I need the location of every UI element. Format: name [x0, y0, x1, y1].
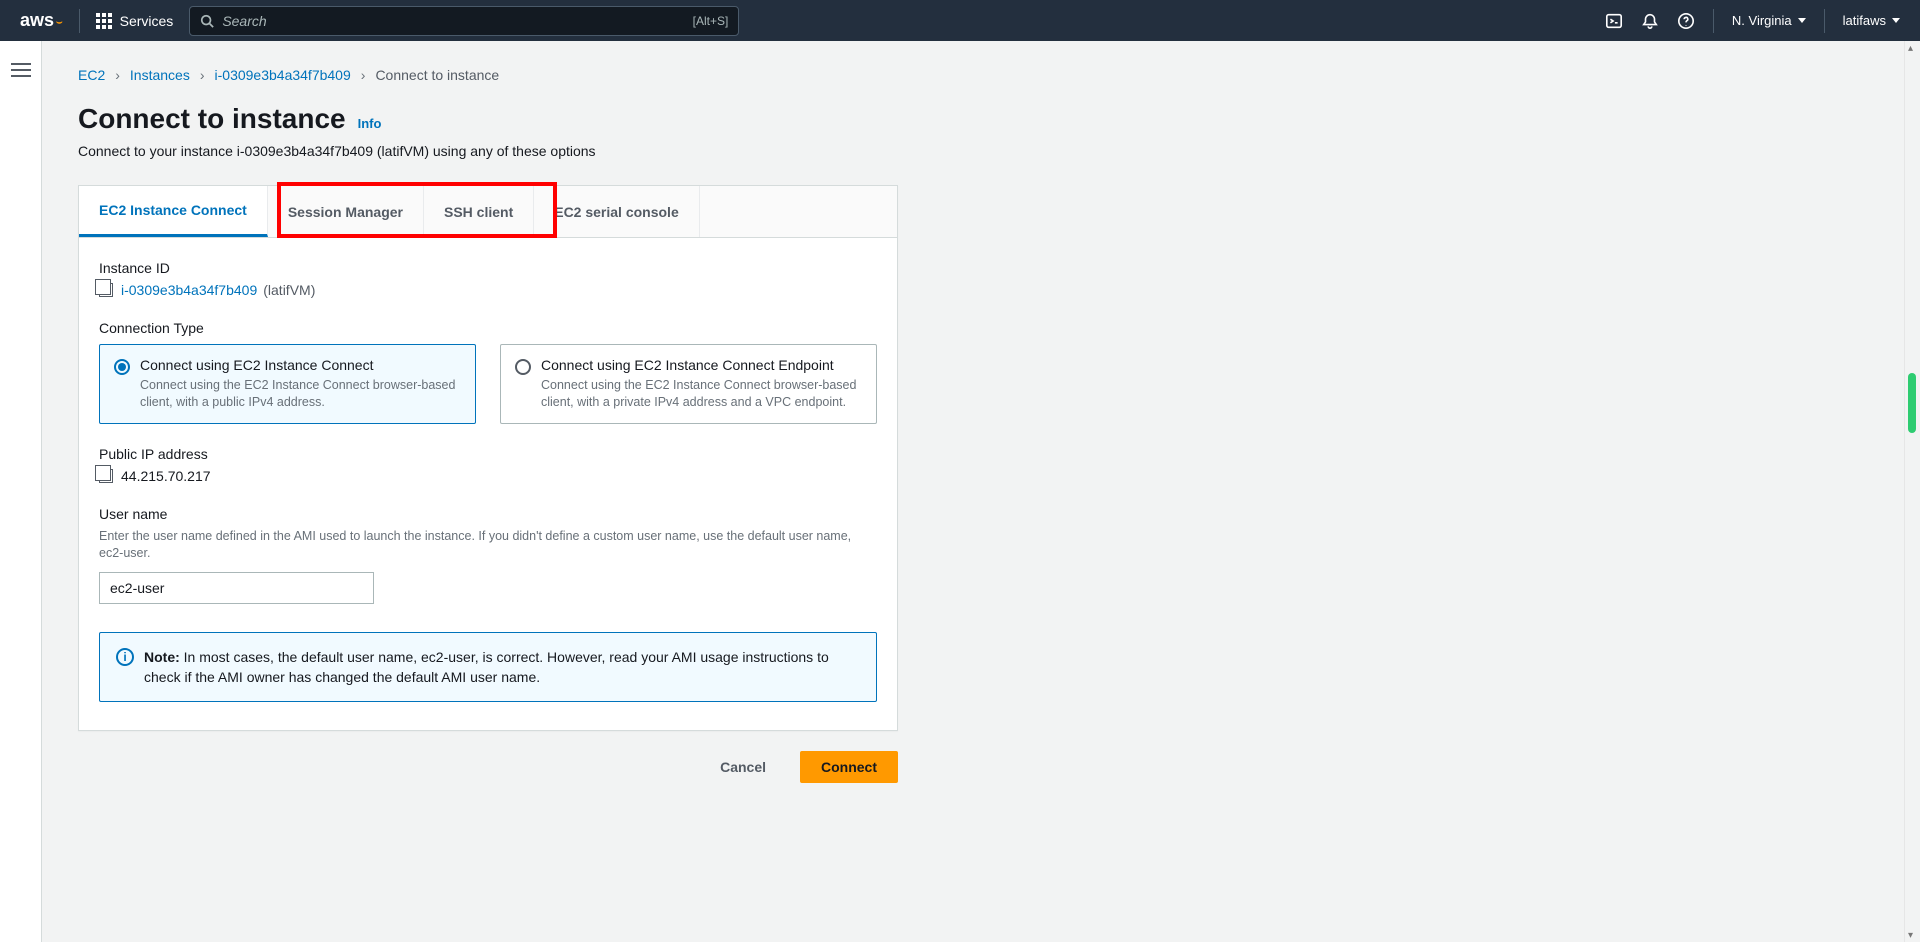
user-menu[interactable]: latifaws — [1843, 13, 1900, 28]
top-nav: aws⌣ Services Search [Alt+S] N. Virginia — [0, 0, 1920, 41]
info-link[interactable]: Info — [358, 116, 382, 131]
instance-id-label: Instance ID — [99, 260, 877, 276]
help-icon[interactable] — [1677, 12, 1695, 30]
caret-down-icon — [1892, 18, 1900, 23]
services-grid-icon — [96, 13, 112, 29]
cancel-button[interactable]: Cancel — [700, 751, 786, 783]
tab-ec2-instance-connect[interactable]: EC2 Instance Connect — [79, 186, 268, 237]
notifications-icon[interactable] — [1641, 12, 1659, 30]
services-label: Services — [120, 13, 174, 29]
radio-icon — [515, 359, 531, 375]
username-help: Enter the user name defined in the AMI u… — [99, 528, 859, 562]
instance-name: (latifVM) — [263, 282, 315, 298]
radio-ec2-instance-connect[interactable]: Connect using EC2 Instance Connect Conne… — [99, 344, 476, 424]
nav-divider — [79, 9, 80, 33]
radio-description: Connect using the EC2 Instance Connect b… — [541, 377, 862, 411]
radio-description: Connect using the EC2 Instance Connect b… — [140, 377, 461, 411]
connect-button[interactable]: Connect — [800, 751, 898, 783]
aws-logo[interactable]: aws⌣ — [20, 10, 63, 31]
breadcrumb: EC2 › Instances › i-0309e3b4a34f7b409 › … — [78, 57, 1868, 89]
main-content: EC2 › Instances › i-0309e3b4a34f7b409 › … — [42, 41, 1904, 942]
side-rail — [0, 41, 42, 942]
info-icon: i — [116, 648, 134, 666]
info-banner: i Note: In most cases, the default user … — [99, 632, 877, 703]
breadcrumb-link-ec2[interactable]: EC2 — [78, 67, 105, 83]
scrollbar[interactable]: ▴ ▾ — [1904, 41, 1920, 942]
menu-toggle-icon[interactable] — [11, 59, 31, 942]
breadcrumb-link-instance-id[interactable]: i-0309e3b4a34f7b409 — [215, 67, 351, 83]
search-shortcut: [Alt+S] — [693, 14, 729, 28]
connect-panel: EC2 Instance Connect Session Manager SSH… — [78, 185, 898, 731]
scroll-down-icon[interactable]: ▾ — [1908, 930, 1918, 940]
username-input[interactable] — [99, 572, 374, 604]
caret-down-icon — [1798, 18, 1806, 23]
services-button[interactable]: Services — [96, 13, 174, 29]
cloudshell-icon[interactable] — [1605, 12, 1623, 30]
footer-buttons: Cancel Connect — [78, 751, 898, 783]
region-selector[interactable]: N. Virginia — [1732, 13, 1806, 28]
chevron-right-icon: › — [115, 67, 120, 83]
search-icon — [200, 14, 214, 28]
scroll-thumb[interactable] — [1908, 373, 1916, 433]
username-label: User name — [99, 506, 877, 522]
radio-title: Connect using EC2 Instance Connect Endpo… — [541, 357, 862, 373]
tabs: EC2 Instance Connect Session Manager SSH… — [79, 186, 897, 238]
copy-icon[interactable] — [99, 469, 113, 483]
tab-session-manager[interactable]: Session Manager — [268, 186, 424, 237]
note-text: In most cases, the default user name, ec… — [144, 649, 829, 685]
chevron-right-icon: › — [361, 67, 366, 83]
nav-divider — [1824, 9, 1825, 33]
scroll-up-icon[interactable]: ▴ — [1908, 43, 1918, 53]
tab-ec2-serial-console[interactable]: EC2 serial console — [534, 186, 700, 237]
radio-title: Connect using EC2 Instance Connect — [140, 357, 461, 373]
copy-icon[interactable] — [99, 283, 113, 297]
radio-ec2-instance-connect-endpoint[interactable]: Connect using EC2 Instance Connect Endpo… — [500, 344, 877, 424]
tab-ssh-client[interactable]: SSH client — [424, 186, 534, 237]
breadcrumb-current: Connect to instance — [375, 67, 499, 83]
search-placeholder: Search — [222, 13, 266, 29]
radio-icon — [114, 359, 130, 375]
nav-divider — [1713, 9, 1714, 33]
instance-id-link[interactable]: i-0309e3b4a34f7b409 — [121, 282, 257, 298]
public-ip-label: Public IP address — [99, 446, 877, 462]
public-ip-value: 44.215.70.217 — [121, 468, 211, 484]
connection-type-label: Connection Type — [99, 320, 877, 336]
page-title: Connect to instance — [78, 103, 346, 135]
breadcrumb-link-instances[interactable]: Instances — [130, 67, 190, 83]
aws-swoosh-icon: ⌣ — [56, 17, 63, 28]
search-input[interactable]: Search [Alt+S] — [189, 6, 739, 36]
page-subtitle: Connect to your instance i-0309e3b4a34f7… — [78, 143, 1868, 159]
note-prefix: Note: — [144, 649, 180, 665]
chevron-right-icon: › — [200, 67, 205, 83]
